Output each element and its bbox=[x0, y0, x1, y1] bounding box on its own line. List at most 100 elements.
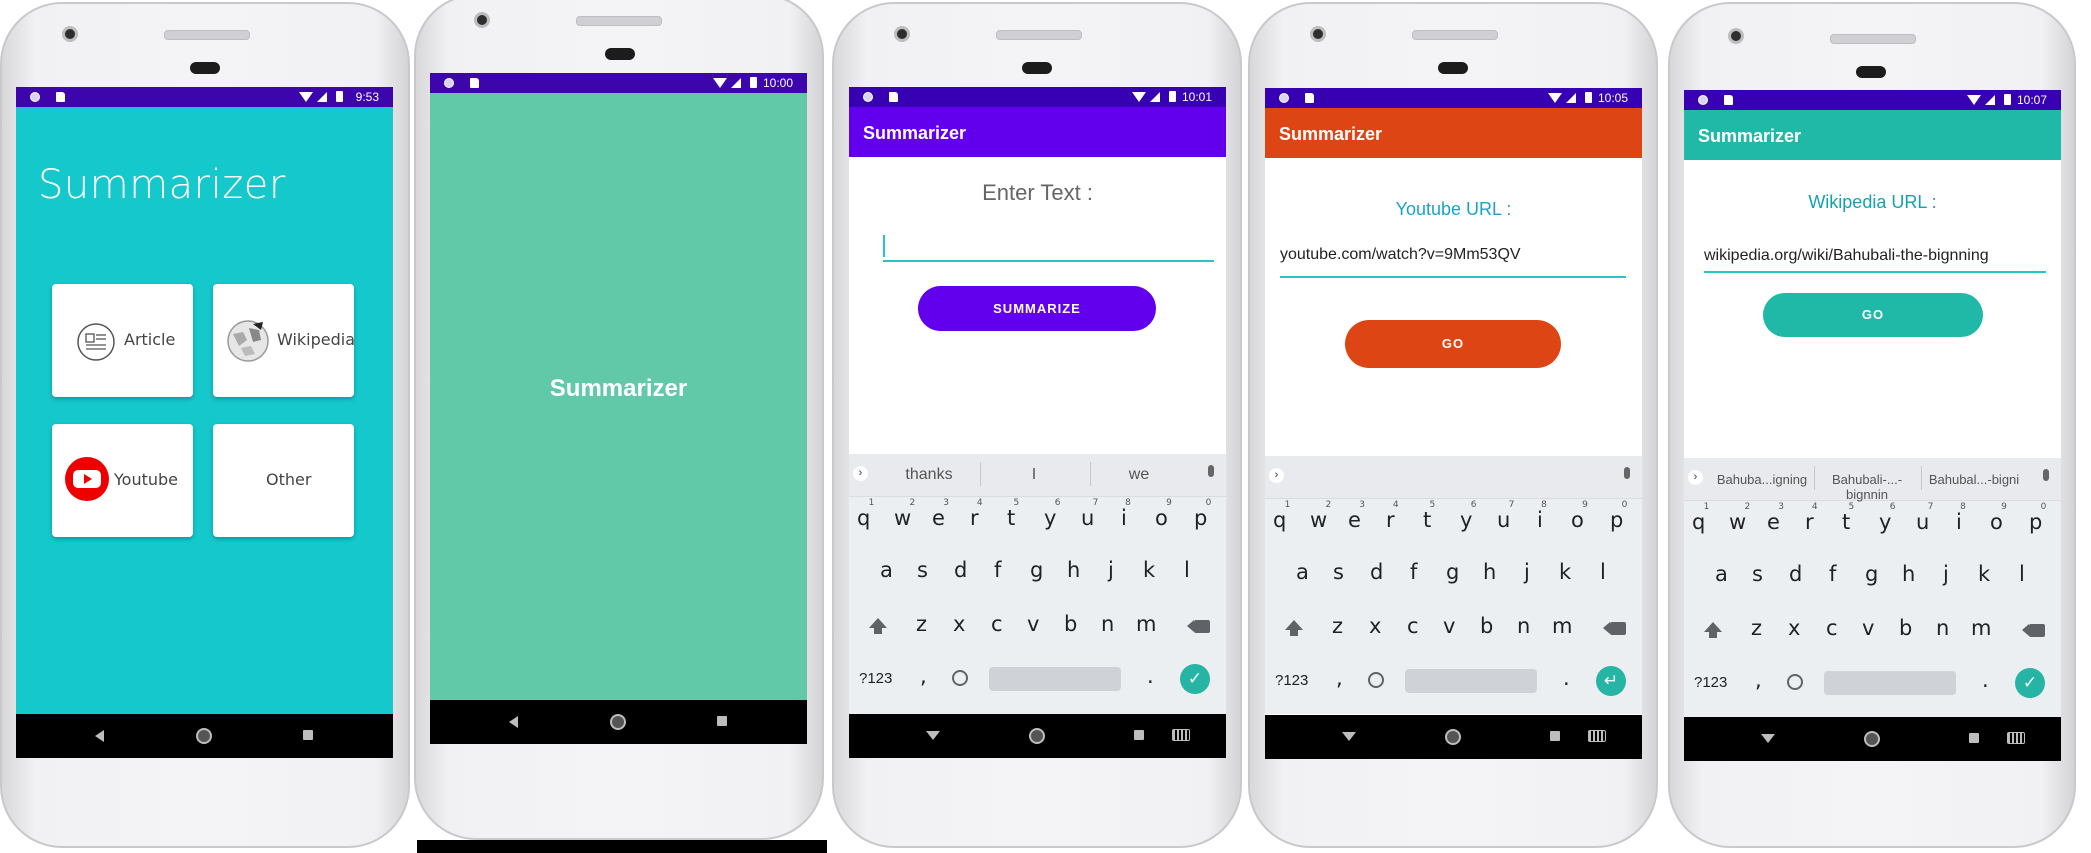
key-p[interactable]: p0 bbox=[1194, 498, 1211, 530]
key-d[interactable]: d bbox=[1370, 560, 1383, 584]
checkmark-icon[interactable]: ✓ bbox=[2015, 668, 2045, 698]
suggestion-1[interactable]: thanks bbox=[889, 466, 969, 484]
key-q[interactable]: q1 bbox=[1692, 502, 1709, 534]
key-g[interactable]: g bbox=[1446, 560, 1459, 584]
key-n[interactable]: n bbox=[1101, 612, 1114, 636]
hide-keyboard-icon[interactable] bbox=[1342, 732, 1356, 741]
key-u[interactable]: u7 bbox=[1916, 502, 1933, 534]
key-b[interactable]: b bbox=[1480, 614, 1493, 638]
key-w[interactable]: w2 bbox=[1729, 502, 1750, 534]
key-c[interactable]: c bbox=[1407, 614, 1419, 638]
key-f[interactable]: f bbox=[1829, 562, 1836, 586]
checkmark-icon[interactable]: ✓ bbox=[1180, 664, 1210, 694]
key-y[interactable]: y6 bbox=[1879, 502, 1895, 534]
key-h[interactable]: h bbox=[1902, 562, 1915, 586]
home-icon[interactable] bbox=[610, 714, 626, 730]
key-b[interactable]: b bbox=[1899, 616, 1912, 640]
key-r[interactable]: r4 bbox=[970, 498, 983, 530]
key-m[interactable]: m bbox=[1971, 616, 1991, 640]
key-m[interactable]: m bbox=[1552, 614, 1572, 638]
key-d[interactable]: d bbox=[954, 558, 967, 582]
key-l[interactable]: l bbox=[1600, 560, 1606, 584]
key-v[interactable]: v bbox=[1027, 612, 1039, 636]
mic-icon[interactable] bbox=[2043, 469, 2049, 481]
key-l[interactable]: l bbox=[2019, 562, 2025, 586]
key-z[interactable]: z bbox=[1332, 614, 1343, 638]
go-button[interactable]: GO bbox=[1763, 293, 1983, 337]
suggestion-2[interactable]: Bahubali-...-bignnin bbox=[1815, 472, 1919, 502]
enter-icon[interactable]: ↵ bbox=[1596, 666, 1626, 696]
home-icon[interactable] bbox=[1864, 731, 1880, 747]
key-x[interactable]: x bbox=[953, 612, 965, 636]
shift-icon[interactable] bbox=[1704, 622, 1722, 638]
key-s[interactable]: s bbox=[1752, 562, 1763, 586]
home-icon[interactable] bbox=[1445, 729, 1461, 745]
chevron-right-icon[interactable]: › bbox=[1269, 468, 1284, 483]
summarize-button[interactable]: SUMMARIZE bbox=[918, 286, 1156, 331]
key-j[interactable]: j bbox=[1524, 560, 1530, 584]
home-icon[interactable] bbox=[1029, 728, 1045, 744]
key-p[interactable]: p0 bbox=[1610, 500, 1627, 532]
key-j[interactable]: j bbox=[1108, 558, 1114, 582]
key-y[interactable]: y6 bbox=[1460, 500, 1476, 532]
key-e[interactable]: e3 bbox=[1348, 500, 1365, 532]
key-k[interactable]: k bbox=[1143, 558, 1155, 582]
key-e[interactable]: e3 bbox=[1767, 502, 1784, 534]
key-a[interactable]: a bbox=[1296, 560, 1309, 584]
chevron-right-icon[interactable]: › bbox=[1688, 470, 1703, 485]
key-z[interactable]: z bbox=[1751, 616, 1762, 640]
key-z[interactable]: z bbox=[916, 612, 927, 636]
key-r[interactable]: r4 bbox=[1805, 502, 1818, 534]
key-period[interactable]: . bbox=[1563, 666, 1570, 690]
key-u[interactable]: u7 bbox=[1081, 498, 1098, 530]
key-k[interactable]: k bbox=[1978, 562, 1990, 586]
key-c[interactable]: c bbox=[1826, 616, 1838, 640]
key-s[interactable]: s bbox=[917, 558, 928, 582]
key-period[interactable]: . bbox=[1982, 668, 1989, 692]
keyboard-switch-icon[interactable] bbox=[1588, 730, 1606, 742]
recents-icon[interactable] bbox=[1969, 733, 1979, 743]
key-b[interactable]: b bbox=[1064, 612, 1077, 636]
article-card[interactable]: Article bbox=[52, 284, 193, 397]
key-f[interactable]: f bbox=[994, 558, 1001, 582]
backspace-icon[interactable] bbox=[1603, 622, 1626, 635]
key-t[interactable]: t5 bbox=[1007, 498, 1019, 530]
text-input[interactable] bbox=[883, 235, 1214, 262]
key-a[interactable]: a bbox=[1715, 562, 1728, 586]
symbols-key[interactable]: ?123 bbox=[1275, 672, 1308, 689]
space-bar[interactable] bbox=[1824, 671, 1956, 695]
youtube-url-input[interactable]: youtube.com/watch?v=9Mm53QV bbox=[1280, 246, 1626, 278]
key-g[interactable]: g bbox=[1865, 562, 1878, 586]
key-h[interactable]: h bbox=[1483, 560, 1496, 584]
wikipedia-card[interactable]: Wikipedia bbox=[213, 284, 355, 397]
key-o[interactable]: o9 bbox=[1155, 498, 1172, 530]
key-w[interactable]: w2 bbox=[894, 498, 915, 530]
keyboard-switch-icon[interactable] bbox=[2007, 732, 2025, 744]
key-t[interactable]: t5 bbox=[1423, 500, 1435, 532]
key-q[interactable]: q1 bbox=[1273, 500, 1290, 532]
key-f[interactable]: f bbox=[1410, 560, 1417, 584]
back-icon[interactable] bbox=[509, 716, 518, 728]
key-v[interactable]: v bbox=[1862, 616, 1874, 640]
suggestion-3[interactable]: we bbox=[1099, 466, 1179, 484]
hide-keyboard-icon[interactable] bbox=[1761, 734, 1775, 743]
key-u[interactable]: u7 bbox=[1497, 500, 1514, 532]
key-e[interactable]: e3 bbox=[932, 498, 949, 530]
key-l[interactable]: l bbox=[1184, 558, 1190, 582]
key-t[interactable]: t5 bbox=[1842, 502, 1854, 534]
key-x[interactable]: x bbox=[1369, 614, 1381, 638]
key-h[interactable]: h bbox=[1067, 558, 1080, 582]
key-c[interactable]: c bbox=[991, 612, 1003, 636]
key-q[interactable]: q1 bbox=[857, 498, 874, 530]
hide-keyboard-icon[interactable] bbox=[926, 731, 940, 740]
key-o[interactable]: o9 bbox=[1990, 502, 2007, 534]
recents-icon[interactable] bbox=[303, 730, 313, 740]
key-period[interactable]: . bbox=[1147, 664, 1154, 688]
key-k[interactable]: k bbox=[1559, 560, 1571, 584]
key-d[interactable]: d bbox=[1789, 562, 1802, 586]
mic-icon[interactable] bbox=[1624, 467, 1630, 479]
keyboard-switch-icon[interactable] bbox=[1172, 729, 1190, 741]
recents-icon[interactable] bbox=[717, 716, 727, 726]
key-a[interactable]: a bbox=[880, 558, 893, 582]
suggestion-3[interactable]: Bahubal...-bigni bbox=[1924, 472, 2024, 487]
